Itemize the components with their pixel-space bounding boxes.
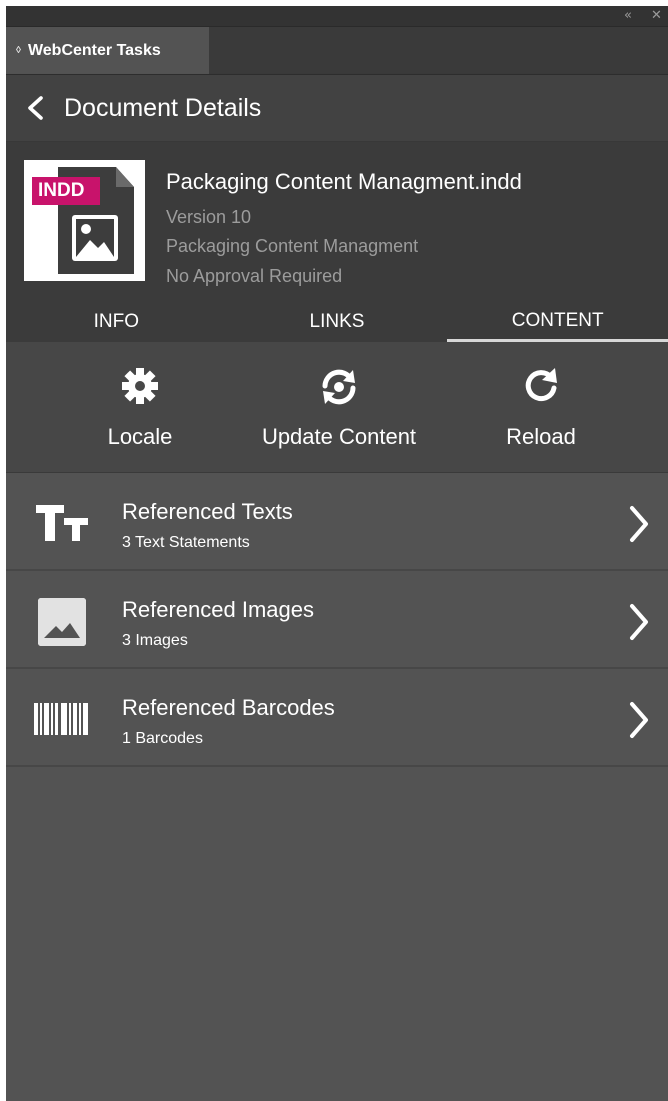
reload-label: Reload xyxy=(506,424,576,449)
panel-grip-icon: ◊ xyxy=(16,45,21,56)
chevron-left-icon xyxy=(28,96,43,120)
gear-icon xyxy=(122,368,158,404)
file-type-badge: INDD xyxy=(38,180,85,201)
window-bar: « ✕ xyxy=(6,6,668,27)
panel-tab-label: WebCenter Tasks xyxy=(27,41,161,59)
list-item-referenced-texts[interactable]: Referenced Texts 3 Text Statements xyxy=(6,473,668,571)
list-item-subtitle: 3 Text Statements xyxy=(122,534,250,551)
list-item-title: Referenced Texts xyxy=(122,499,293,524)
close-panel-icon[interactable]: ✕ xyxy=(651,7,662,25)
tab-info[interactable]: INFO xyxy=(6,302,227,342)
list-item-title: Referenced Images xyxy=(122,597,314,622)
update-content-label: Update Content xyxy=(261,424,417,449)
list-item-referenced-barcodes[interactable]: Referenced Barcodes 1 Barcodes xyxy=(6,669,668,767)
list-item-subtitle: 1 Barcodes xyxy=(122,730,203,747)
content-list: Referenced Texts 3 Text Statements Refer… xyxy=(6,473,668,767)
image-icon xyxy=(34,598,90,646)
tab-links[interactable]: LINKS xyxy=(227,302,448,342)
document-summary: INDD Packaging Content Managment.indd Ve… xyxy=(6,142,668,342)
tab-content[interactable]: CONTENT xyxy=(447,302,668,342)
content-toolbar: Locale Update Content Reload xyxy=(6,342,668,473)
page-title: Document Details xyxy=(64,94,262,122)
back-button[interactable] xyxy=(24,95,48,121)
panel-tab-webcenter-tasks[interactable]: ◊ WebCenter Tasks xyxy=(6,27,209,74)
locale-button[interactable]: Locale xyxy=(78,342,202,472)
text-size-icon xyxy=(34,501,90,545)
barcode-icon xyxy=(34,697,90,741)
chevron-right-icon xyxy=(630,506,648,542)
document-thumbnail: INDD xyxy=(24,160,145,281)
list-item-title: Referenced Barcodes xyxy=(122,695,335,720)
list-item-subtitle: 3 Images xyxy=(122,632,188,649)
panel-tab-strip: ◊ WebCenter Tasks xyxy=(6,27,668,75)
update-content-button[interactable]: Update Content xyxy=(246,342,432,472)
document-project: Packaging Content Managment xyxy=(166,236,419,256)
webcenter-panel: « ✕ ◊ WebCenter Tasks Document Details I… xyxy=(6,6,668,1101)
collapse-panel-icon[interactable]: « xyxy=(624,7,632,25)
indd-file-icon xyxy=(32,167,134,274)
chevron-right-icon xyxy=(630,604,648,640)
document-tabs: INFO LINKS CONTENT xyxy=(6,302,668,342)
page-header: Document Details xyxy=(6,75,668,142)
reload-icon xyxy=(525,368,557,402)
document-approval-status: No Approval Required xyxy=(166,266,343,286)
reload-button[interactable]: Reload xyxy=(484,342,598,472)
locale-label: Locale xyxy=(107,424,173,449)
list-item-referenced-images[interactable]: Referenced Images 3 Images xyxy=(6,571,668,669)
document-version: Version 10 xyxy=(166,207,252,227)
sync-icon xyxy=(322,369,356,405)
document-name: Packaging Content Managment.indd xyxy=(166,169,522,194)
chevron-right-icon xyxy=(630,702,648,738)
